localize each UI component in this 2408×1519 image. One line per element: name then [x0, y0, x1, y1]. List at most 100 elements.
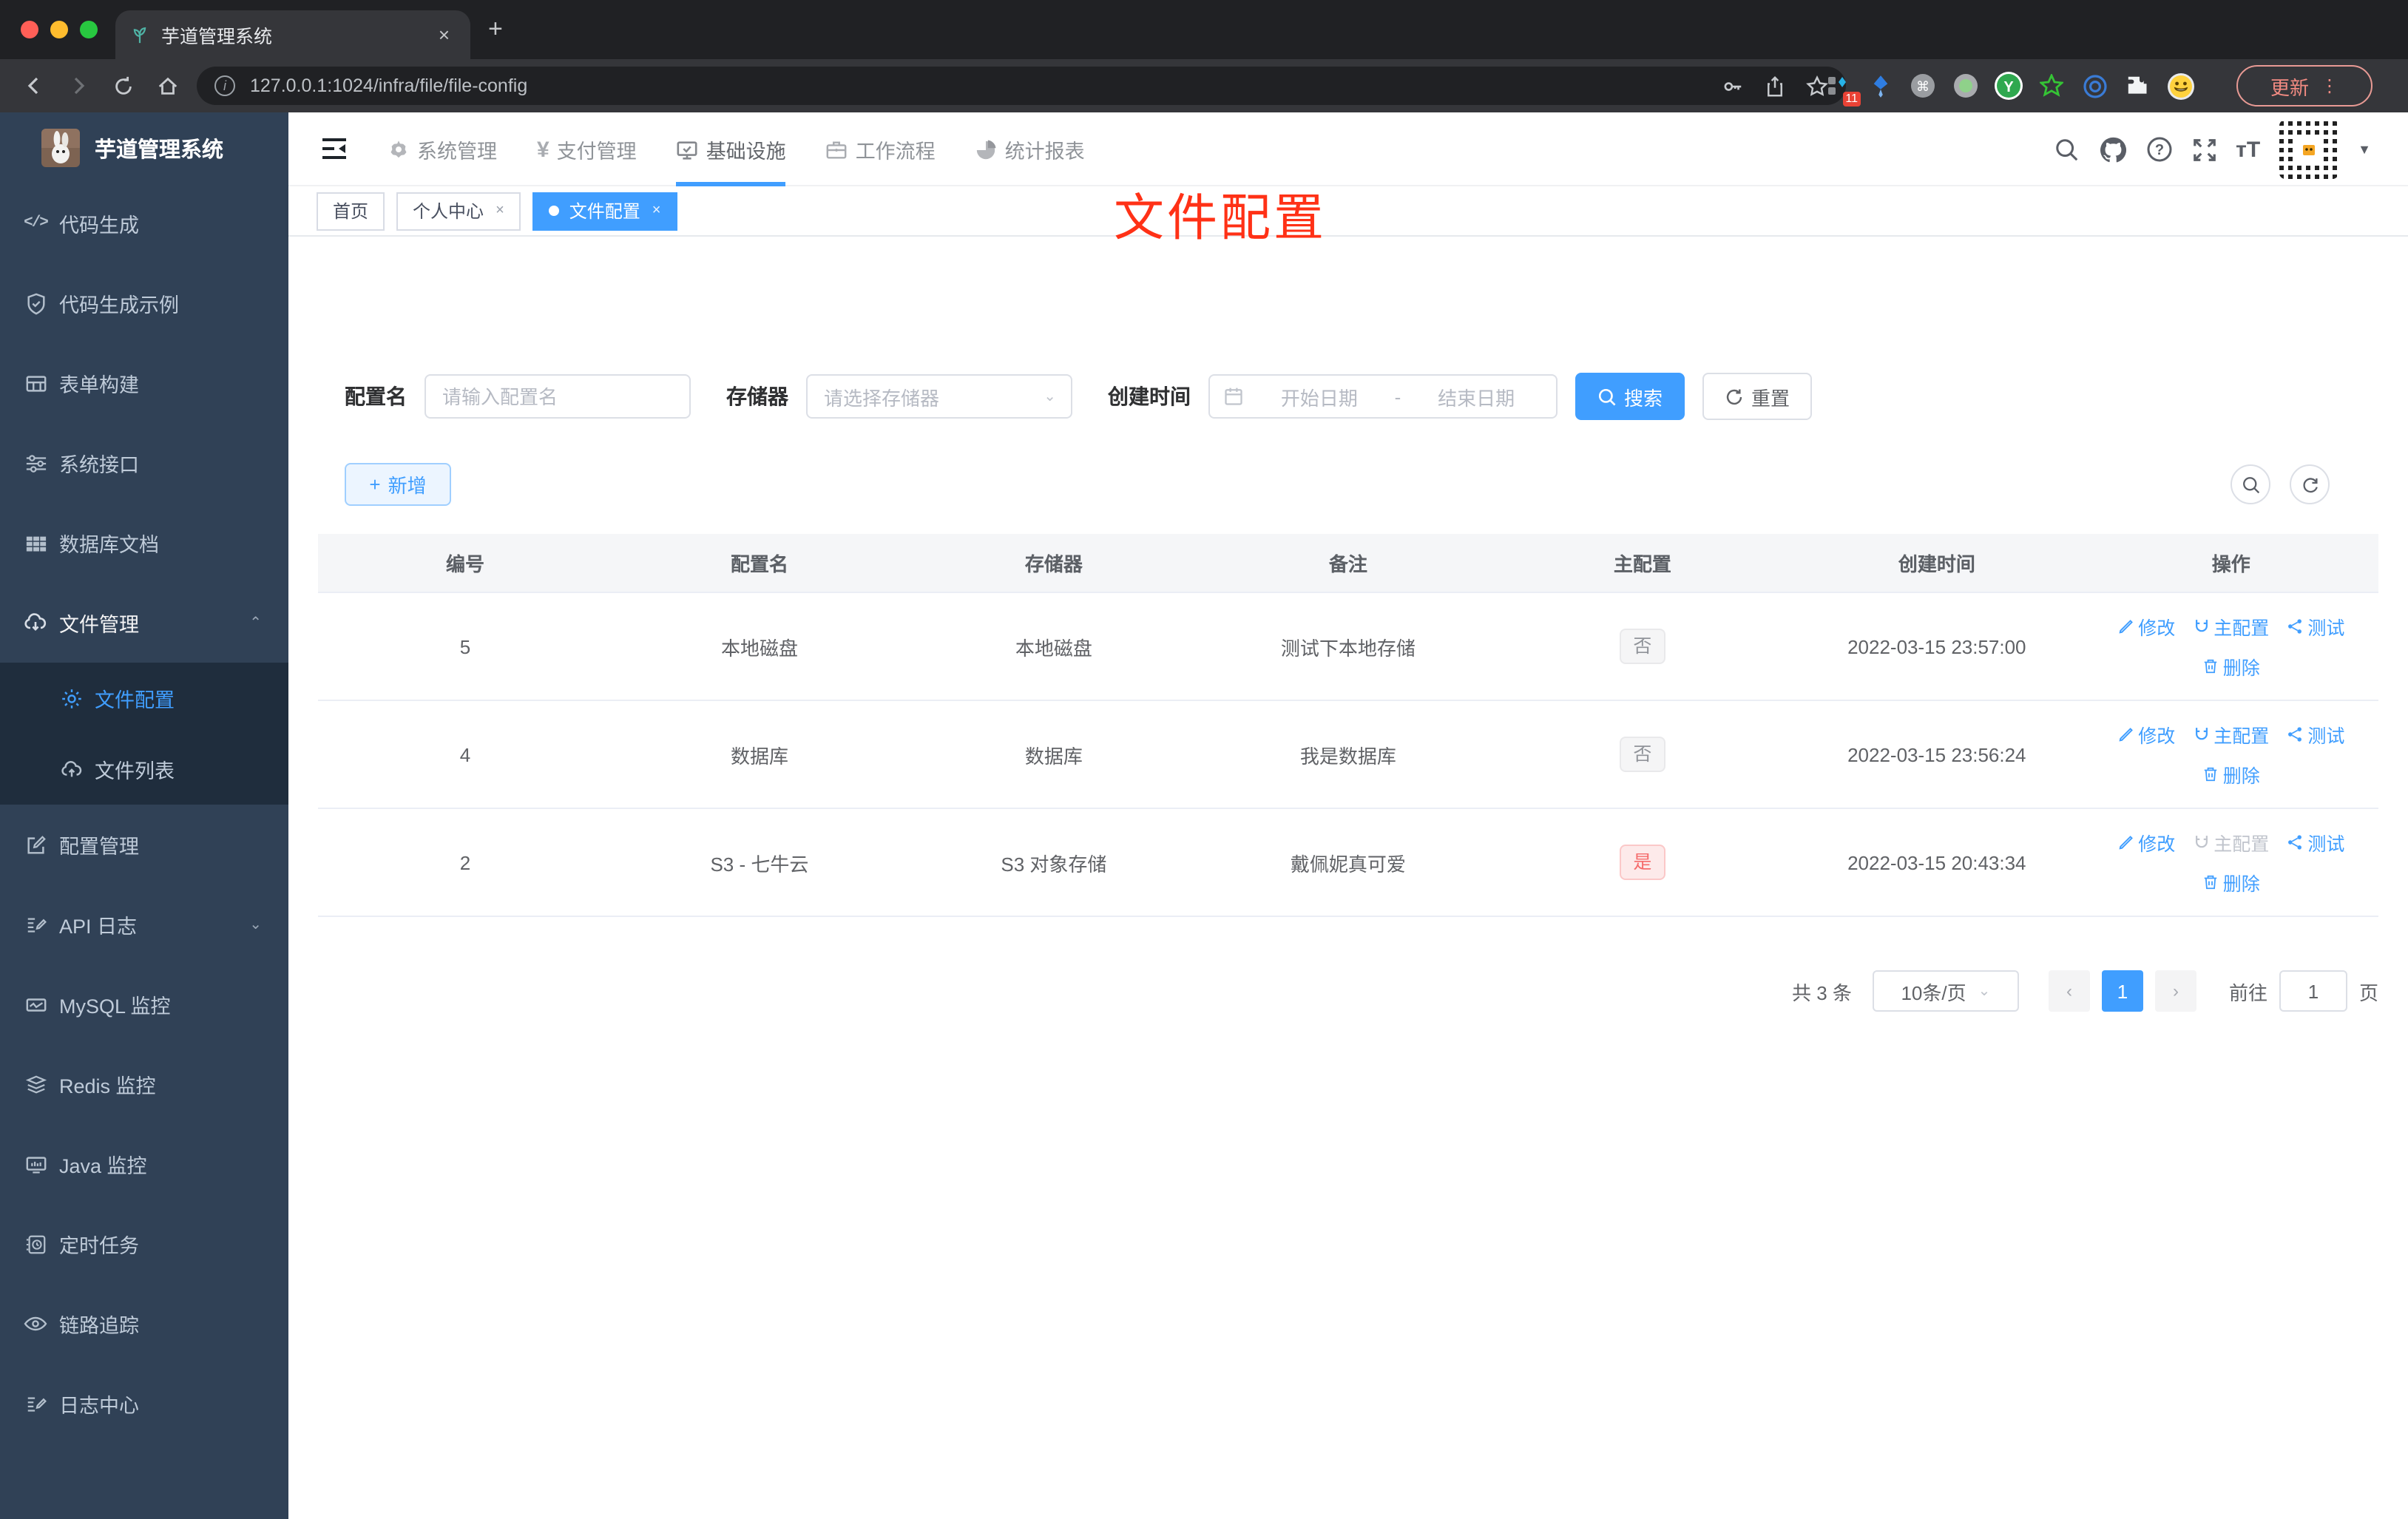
- forward-icon[interactable]: [56, 74, 101, 98]
- fullscreen-icon[interactable]: [2191, 137, 2216, 162]
- tag-file-config[interactable]: 文件配置 ×: [532, 192, 677, 230]
- master-link[interactable]: 主配置: [2193, 612, 2269, 640]
- form-icon: [24, 371, 47, 395]
- puzzle-icon[interactable]: [2123, 71, 2152, 101]
- edit-link[interactable]: 修改: [2117, 612, 2175, 640]
- sidebar-item-log-center[interactable]: 日志中心: [0, 1364, 288, 1444]
- nav-payment-management[interactable]: ¥ 支付管理: [537, 112, 637, 186]
- nav-infrastructure[interactable]: 基础设施: [676, 112, 786, 186]
- address-bar[interactable]: i 127.0.0.1:1024/infra/file/file-config: [197, 67, 1846, 105]
- search-button[interactable]: 搜索: [1575, 373, 1685, 420]
- record-circle-icon[interactable]: [1951, 71, 1981, 101]
- avatar[interactable]: [2279, 120, 2339, 179]
- tag-home[interactable]: 首页: [317, 192, 385, 230]
- browser-tab[interactable]: 芋道管理系统 ×: [115, 10, 470, 59]
- sidebar-item-mysql-monitor[interactable]: MySQL 监控: [0, 964, 288, 1044]
- sidebar-item-redis-monitor[interactable]: Redis 监控: [0, 1044, 288, 1124]
- emoji-icon[interactable]: [2165, 71, 2195, 101]
- minimize-window-button[interactable]: [50, 21, 68, 38]
- start-date-placeholder[interactable]: 开始日期: [1253, 382, 1386, 410]
- table-row: 4 数据库 数据库 我是数据库 否 2022-03-15 23:56:24 修改…: [318, 701, 2378, 809]
- config-name-input[interactable]: [426, 385, 689, 407]
- show-search-button[interactable]: [2231, 464, 2270, 504]
- star-outline-icon[interactable]: [2037, 71, 2066, 101]
- sidebar-item-java-monitor[interactable]: Java 监控: [0, 1124, 288, 1204]
- password-key-icon[interactable]: [1722, 75, 1744, 97]
- sidebar-item-code-gen[interactable]: </> 代码生成: [0, 183, 288, 263]
- file-management-submenu: 文件配置 文件列表: [0, 663, 288, 805]
- font-size-icon[interactable]: тT: [2236, 137, 2260, 162]
- sidebar-item-form-builder[interactable]: 表单构建: [0, 343, 288, 423]
- test-link[interactable]: 测试: [2287, 612, 2344, 640]
- tag-profile[interactable]: 个人中心 ×: [396, 192, 521, 230]
- back-icon[interactable]: [12, 74, 56, 98]
- reload-icon[interactable]: [101, 75, 145, 97]
- sidebar-item-file-list[interactable]: 文件列表: [0, 734, 288, 805]
- sidebar-item-db-doc[interactable]: 数据库文档: [0, 503, 288, 583]
- test-link[interactable]: 测试: [2287, 720, 2344, 748]
- sidebar-item-code-gen-demo[interactable]: 代码生成示例: [0, 263, 288, 343]
- sidebar-item-file-config[interactable]: 文件配置: [0, 663, 288, 734]
- page-number-active[interactable]: 1: [2101, 970, 2143, 1012]
- avatar-caret-icon[interactable]: ▼: [2358, 142, 2371, 157]
- edit-link[interactable]: 修改: [2117, 720, 2175, 748]
- eye-circle-icon[interactable]: [2080, 71, 2109, 101]
- zoom-window-button[interactable]: [80, 21, 98, 38]
- total-count: 共 3 条: [1792, 981, 1852, 1004]
- sidebar-item-file-management[interactable]: 文件管理 ⌃: [0, 583, 288, 663]
- refresh-button[interactable]: [2290, 464, 2330, 504]
- favicon-plant-icon: [130, 25, 149, 44]
- edit-link[interactable]: 修改: [2117, 828, 2175, 856]
- filter-form: 配置名 存储器 请选择存储器 ⌄ 创建时间 开始日期 - 结束日期: [345, 373, 1813, 420]
- close-icon[interactable]: ×: [496, 203, 504, 219]
- col-remark: 备注: [1328, 553, 1367, 575]
- y-circle-icon[interactable]: Y: [1994, 71, 2023, 101]
- sidebar-item-config-management[interactable]: 配置管理: [0, 805, 288, 884]
- prev-page-button[interactable]: ‹: [2048, 970, 2090, 1012]
- tab-close-icon[interactable]: ×: [433, 24, 456, 46]
- master-link-disabled: 主配置: [2193, 828, 2269, 856]
- app-logo[interactable]: 芋道管理系统: [0, 112, 288, 183]
- home-icon[interactable]: [145, 75, 189, 97]
- end-date-placeholder[interactable]: 结束日期: [1410, 382, 1543, 410]
- nav-statistics[interactable]: 统计报表: [975, 112, 1085, 186]
- browser-menu-icon[interactable]: ⋮: [2321, 75, 2338, 96]
- col-master: 主配置: [1613, 553, 1671, 575]
- sidebar-item-scheduled-tasks[interactable]: 定时任务: [0, 1204, 288, 1284]
- browser-update-button[interactable]: 更新 ⋮: [2236, 65, 2373, 106]
- github-icon[interactable]: [2098, 135, 2126, 163]
- delete-link[interactable]: 删除: [2202, 868, 2260, 896]
- kite-icon[interactable]: [1865, 71, 1895, 101]
- close-icon[interactable]: ×: [652, 203, 661, 219]
- date-range-picker[interactable]: 开始日期 - 结束日期: [1208, 374, 1558, 419]
- help-icon[interactable]: ?: [2145, 136, 2172, 163]
- storage-select[interactable]: 请选择存储器 ⌄: [806, 374, 1072, 419]
- delete-link[interactable]: 删除: [2202, 760, 2260, 788]
- new-tab-button[interactable]: +: [488, 16, 503, 41]
- sidebar-item-tracing[interactable]: 链路追踪: [0, 1284, 288, 1364]
- share-icon[interactable]: [1765, 75, 1785, 97]
- search-icon[interactable]: [2054, 137, 2079, 162]
- command-circle-icon[interactable]: ⌘: [1908, 71, 1938, 101]
- add-button[interactable]: + 新增: [345, 463, 451, 506]
- page-size-select[interactable]: 10条/页 ⌄: [1872, 970, 2019, 1012]
- table-header-row: 编号 配置名 存储器 备注 主配置 创建时间 操作: [318, 534, 2378, 593]
- nav-system-management[interactable]: 系统管理: [388, 112, 497, 186]
- browser-tab-title: 芋道管理系统: [161, 27, 273, 47]
- nav-workflow[interactable]: 工作流程: [826, 112, 936, 186]
- master-link[interactable]: 主配置: [2193, 720, 2269, 748]
- sidebar-item-system-api[interactable]: 系统接口: [0, 423, 288, 503]
- sidebar-item-api-log[interactable]: API 日志 ⌄: [0, 884, 288, 964]
- edit-square-icon: [24, 833, 47, 856]
- grid-badge-icon[interactable]: 11: [1822, 71, 1861, 106]
- sidebar-collapse-icon[interactable]: [321, 136, 348, 161]
- close-window-button[interactable]: [21, 21, 38, 38]
- goto-page-input[interactable]: [2279, 970, 2347, 1012]
- delete-link[interactable]: 删除: [2202, 652, 2260, 680]
- test-link[interactable]: 测试: [2287, 828, 2344, 856]
- next-page-button[interactable]: ›: [2154, 970, 2196, 1012]
- site-info-icon[interactable]: i: [214, 75, 235, 96]
- table-grid-icon: [24, 531, 47, 555]
- reset-button[interactable]: 重置: [1702, 373, 1813, 420]
- url-text[interactable]: 127.0.0.1:1024/infra/file/file-config: [250, 75, 1701, 96]
